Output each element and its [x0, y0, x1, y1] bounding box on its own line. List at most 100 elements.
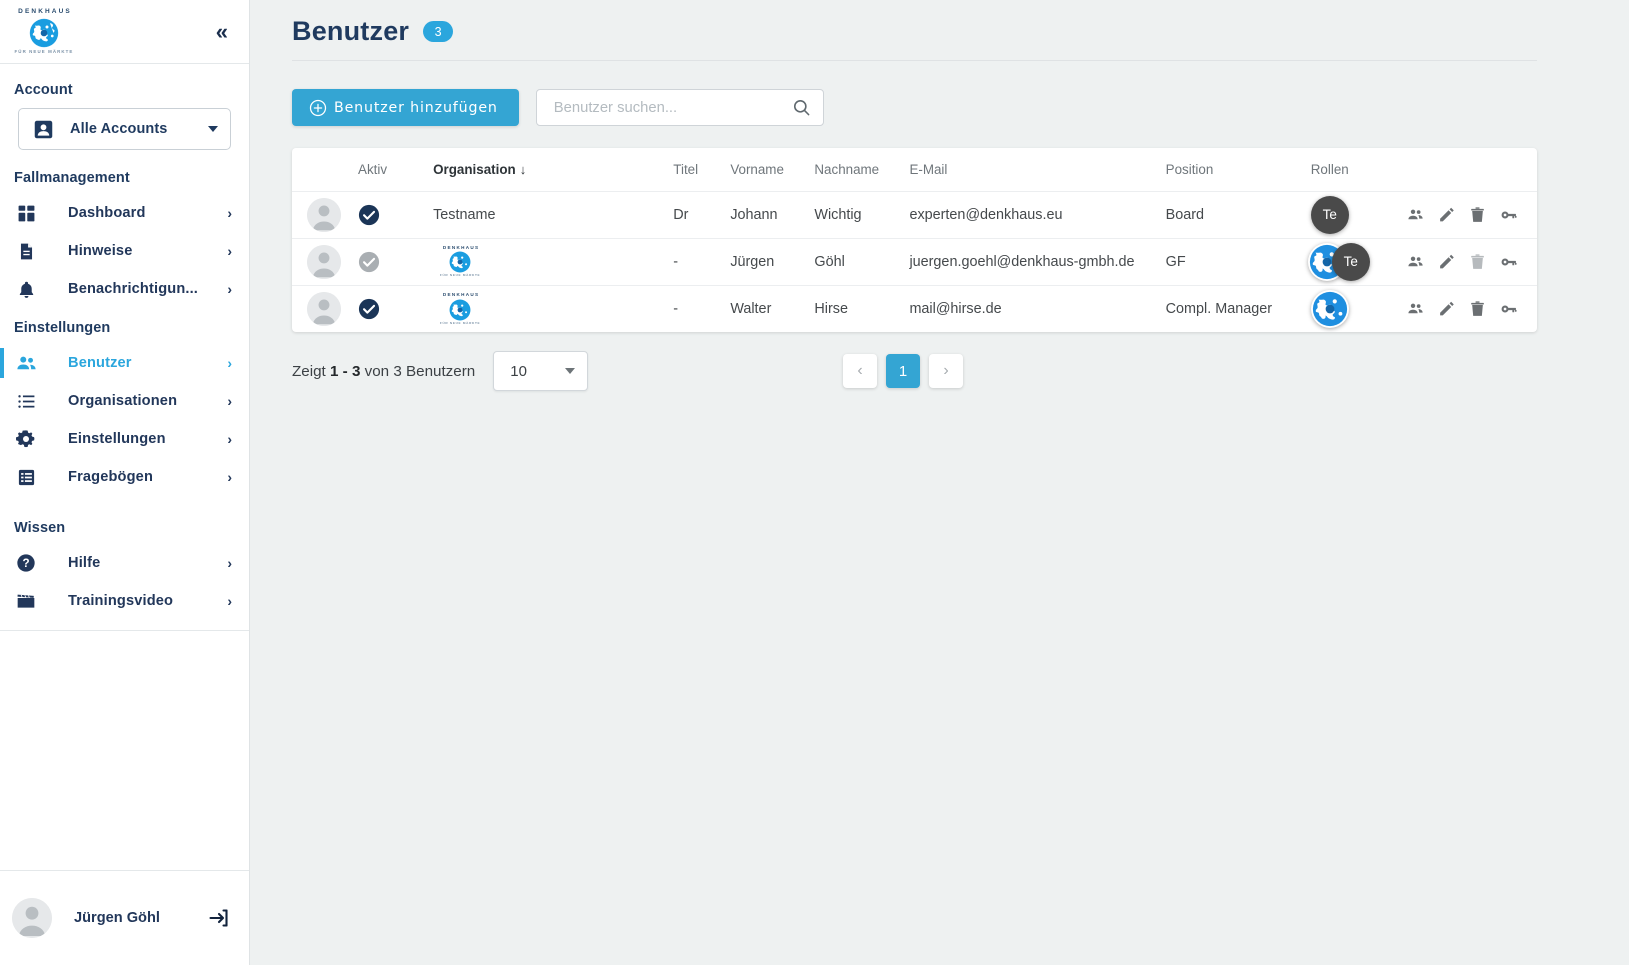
table-row[interactable]: DENKHAUS FÜR NEUE MÄRKTE: [292, 285, 1537, 332]
users-icon: [14, 351, 38, 375]
role-avatar-logo[interactable]: [1311, 290, 1349, 328]
brand-wordmark: DENKHAUS: [18, 9, 72, 16]
role-avatar-initials[interactable]: Te: [1311, 196, 1349, 234]
users-group-icon[interactable]: [1407, 251, 1424, 273]
svg-text:?: ?: [22, 557, 29, 570]
row-actions: [1407, 298, 1537, 320]
chevron-right-icon: ›: [227, 393, 235, 409]
sidebar-item-dashboard[interactable]: Dashboard ›: [0, 194, 249, 232]
dashboard-icon: [14, 201, 38, 225]
key-icon[interactable]: [1500, 251, 1517, 273]
sidebar-item-label: Fragebögen: [38, 469, 227, 485]
col-organisation-label: Organisation: [433, 162, 516, 177]
sidebar-item-hinweise[interactable]: Hinweise ›: [0, 232, 249, 270]
document-icon: [14, 239, 38, 263]
col-avatar: [292, 148, 358, 191]
account-select-label: Alle Accounts: [54, 121, 208, 137]
sidebar-item-label: Einstellungen: [38, 431, 227, 447]
col-nachname[interactable]: Nachname: [814, 148, 909, 191]
brand-tagline: FÜR NEUE MÄRKTE: [440, 274, 480, 277]
key-icon[interactable]: [1500, 204, 1517, 226]
sidebar-item-organisationen[interactable]: Organisationen ›: [0, 382, 249, 420]
per-page-select[interactable]: 10: [493, 351, 588, 391]
search-box[interactable]: [536, 89, 824, 126]
cell-nachname: Wichtig: [814, 191, 909, 238]
role-avatar-initials[interactable]: Te: [1332, 243, 1370, 281]
col-position[interactable]: Position: [1166, 148, 1311, 191]
logout-icon[interactable]: [207, 906, 231, 930]
pagination-page-1-button[interactable]: 1: [886, 354, 920, 388]
check-circle-active-icon: [358, 204, 380, 226]
person-badge-icon: [33, 119, 54, 140]
main-content: Benutzer 3 Benutzer hinzufügen: [250, 0, 1629, 965]
col-organisation[interactable]: Organisation ↓: [433, 148, 673, 191]
users-group-icon[interactable]: [1407, 298, 1424, 320]
pencil-icon[interactable]: [1438, 298, 1455, 320]
cell-vorname: Walter: [730, 285, 814, 332]
cell-position: Board: [1166, 191, 1311, 238]
sidebar-collapse-icon[interactable]: «: [210, 17, 231, 47]
cell-nachname: Hirse: [814, 285, 909, 332]
user-count-badge: 3: [423, 21, 453, 42]
col-aktiv[interactable]: Aktiv: [358, 148, 433, 191]
search-icon[interactable]: [792, 98, 811, 117]
sidebar-item-benutzer[interactable]: Benutzer ›: [0, 344, 249, 382]
sidebar-item-label: Organisationen: [38, 393, 227, 409]
cell-vorname: Johann: [730, 191, 814, 238]
pagination-next-button[interactable]: ›: [929, 354, 963, 388]
key-icon[interactable]: [1500, 298, 1517, 320]
users-table-body: Testname Dr Johann Wichtig experten@denk…: [292, 191, 1537, 332]
account-select[interactable]: Alle Accounts: [18, 108, 231, 150]
per-page-value: 10: [510, 363, 565, 380]
chevron-right-icon: ›: [227, 281, 235, 297]
col-rollen[interactable]: Rollen: [1311, 148, 1407, 191]
col-vorname[interactable]: Vorname: [730, 148, 814, 191]
cell-organisation: Testname: [433, 191, 673, 238]
pagination-prev-button[interactable]: ‹: [843, 354, 877, 388]
cell-rollen: Te: [1311, 191, 1407, 238]
sidebar-item-einstellungen[interactable]: Einstellungen ›: [0, 420, 249, 458]
chevron-right-icon: ›: [227, 205, 235, 221]
add-user-button[interactable]: Benutzer hinzufügen: [292, 89, 519, 126]
avatar: [307, 198, 341, 232]
users-group-icon[interactable]: [1407, 204, 1424, 226]
sidebar-item-frageboegen[interactable]: Fragebögen ›: [0, 458, 249, 496]
header-divider: [292, 60, 1537, 61]
cell-avatar: [292, 238, 358, 285]
sidebar-section-account: Account: [0, 78, 249, 106]
col-email[interactable]: E-Mail: [909, 148, 1165, 191]
chevron-right-icon: ›: [227, 243, 235, 259]
col-titel[interactable]: Titel: [673, 148, 730, 191]
chevron-down-icon: [565, 368, 575, 374]
sidebar-section-einstellungen: Einstellungen: [0, 308, 249, 344]
chevron-right-icon: ›: [227, 555, 235, 571]
organisation-logo: DENKHAUS FÜR NEUE MÄRKTE: [433, 246, 487, 278]
pencil-icon[interactable]: [1438, 204, 1455, 226]
sidebar-item-benachrichtigungen[interactable]: Benachrichtigun... ›: [0, 270, 249, 308]
table-row[interactable]: DENKHAUS FÜR NEUE MÄRKTE: [292, 238, 1537, 285]
table-row[interactable]: Testname Dr Johann Wichtig experten@denk…: [292, 191, 1537, 238]
trash-icon[interactable]: [1469, 204, 1486, 226]
sidebar-item-label: Hilfe: [38, 555, 227, 571]
pencil-icon[interactable]: [1438, 251, 1455, 273]
account-select-wrap: Alle Accounts: [0, 106, 249, 154]
cell-nachname: Göhl: [814, 238, 909, 285]
search-input[interactable]: [552, 99, 792, 117]
page-header: Benutzer 3: [292, 0, 1629, 61]
showing-suffix: von 3 Benutzern: [365, 363, 476, 380]
sidebar-item-trainingsvideo[interactable]: Trainingsvideo ›: [0, 582, 249, 620]
check-circle-inactive-icon: [358, 251, 380, 273]
cell-aktiv: [358, 191, 433, 238]
sidebar-item-hilfe[interactable]: ? Hilfe ›: [0, 544, 249, 582]
cell-titel: -: [673, 285, 730, 332]
cell-actions: [1407, 285, 1537, 332]
sidebar-section-fallmanagement: Fallmanagement: [0, 154, 249, 194]
sidebar: DENKHAUS FÜR NEUE MÄRKTE «: [0, 0, 250, 965]
trash-icon[interactable]: [1469, 298, 1486, 320]
avatar: [12, 898, 52, 938]
sidebar-divider: [0, 630, 249, 631]
sidebar-user-footer[interactable]: Jürgen Göhl: [0, 870, 249, 965]
chevron-right-icon: ›: [227, 355, 235, 371]
brand-tagline: FÜR NEUE MÄRKTE: [440, 322, 480, 325]
globe-icon: [449, 299, 471, 321]
